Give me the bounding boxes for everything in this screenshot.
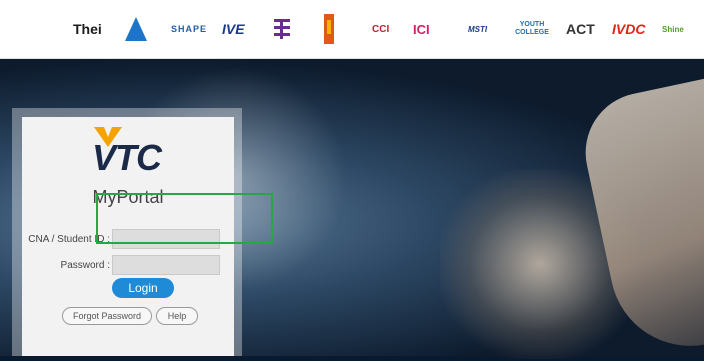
logo-ivdc: IVDC	[612, 21, 646, 37]
logo-peak	[123, 14, 149, 44]
orange-bar-icon	[324, 14, 334, 44]
forgot-password-button[interactable]: Forgot Password	[62, 307, 152, 325]
logo-cci: CCI	[372, 23, 390, 35]
logo-hkdi	[272, 14, 292, 44]
login-button[interactable]: Login	[112, 278, 174, 298]
partner-logo-bar: Thei SHAPE IVE CCI ICI MSTI YOUTH COLLEG…	[0, 0, 704, 59]
logo-shape: SHAPE	[171, 24, 208, 34]
password-input[interactable]	[112, 255, 220, 275]
peak-icon	[125, 17, 147, 41]
logo-ici: ICI	[413, 21, 430, 37]
logo-shine: Shine	[662, 24, 684, 34]
password-label: Password :	[60, 260, 110, 271]
logo-thei: Thei	[73, 21, 102, 37]
vtc-logo: VTC	[92, 137, 162, 178]
logo-icon-orange	[322, 14, 336, 44]
logo-msti: MSTI	[468, 24, 488, 34]
logo-ive: IVE	[222, 21, 245, 37]
hkdi-icon	[274, 19, 290, 39]
help-button[interactable]: Help	[156, 307, 198, 325]
logo-act: ACT	[566, 21, 595, 37]
highlight-box	[96, 193, 273, 244]
logo-youth-college: YOUTH COLLEGE	[515, 21, 549, 36]
